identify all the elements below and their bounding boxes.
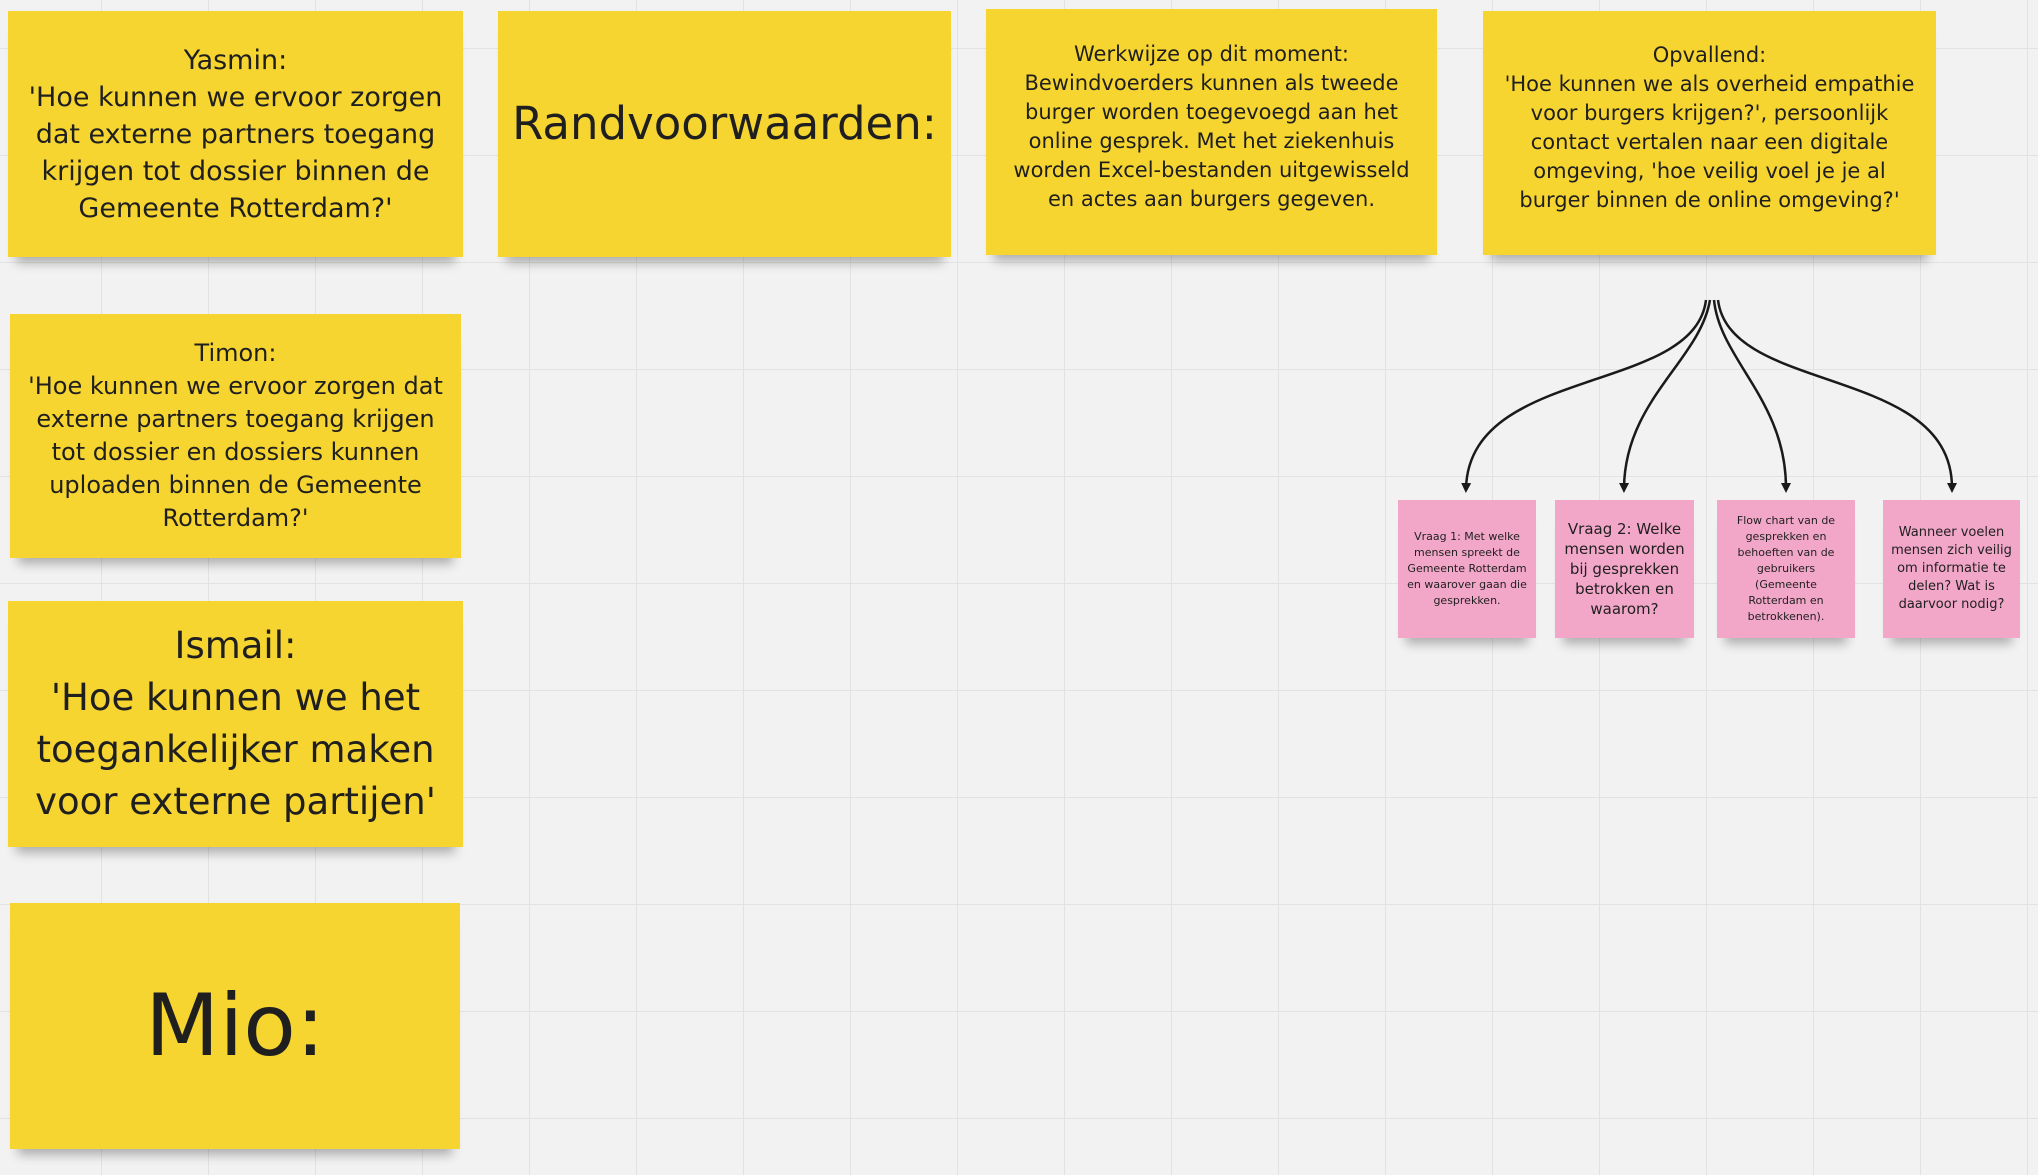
- sticky-note-text: Vraag 2: Welke mensen worden bij gesprek…: [1564, 520, 1685, 618]
- sticky-note-text: Timon: 'Hoe kunnen we ervoor zorgen dat …: [28, 339, 443, 532]
- sticky-note-text: Vraag 1: Met welke mensen spreekt de Gem…: [1407, 530, 1527, 607]
- connector-arrow[interactable]: [1619, 299, 1712, 493]
- sticky-note-vraag-1[interactable]: Vraag 1: Met welke mensen spreekt de Gem…: [1398, 500, 1536, 638]
- sticky-note-opvallend[interactable]: Opvallend: 'Hoe kunnen we als overheid e…: [1483, 11, 1936, 255]
- sticky-note-text: Randvoorwaarden:: [512, 97, 937, 150]
- sticky-note-werkwijze[interactable]: Werkwijze op dit moment: Bewindvoerders …: [986, 9, 1437, 255]
- sticky-note-vraag-2[interactable]: Vraag 2: Welke mensen worden bij gesprek…: [1555, 500, 1694, 638]
- sticky-note-text: Flow chart van de gesprekken en behoefte…: [1736, 514, 1836, 623]
- whiteboard-canvas[interactable]: Yasmin: 'Hoe kunnen we ervoor zorgen dat…: [0, 0, 2038, 1175]
- sticky-note-yasmin[interactable]: Yasmin: 'Hoe kunnen we ervoor zorgen dat…: [8, 11, 463, 257]
- sticky-note-text: Yasmin: 'Hoe kunnen we ervoor zorgen dat…: [28, 44, 443, 224]
- sticky-note-timon[interactable]: Timon: 'Hoe kunnen we ervoor zorgen dat …: [10, 314, 461, 558]
- connector-arrow[interactable]: [1716, 299, 1957, 493]
- sticky-note-text: Ismail: 'Hoe kunnen we het toegankelijke…: [35, 624, 436, 823]
- sticky-note-text: Wanneer voelen mensen zich veilig om inf…: [1891, 525, 2012, 612]
- connector-arrow[interactable]: [1461, 299, 1708, 493]
- sticky-note-text: Opvallend: 'Hoe kunnen we als overheid e…: [1504, 43, 1915, 212]
- sticky-note-text: Werkwijze op dit moment: Bewindvoerders …: [1013, 42, 1410, 211]
- sticky-note-flowchart[interactable]: Flow chart van de gesprekken en behoefte…: [1717, 500, 1855, 638]
- sticky-note-text: Mio:: [145, 976, 325, 1076]
- sticky-note-randvoorwaarden[interactable]: Randvoorwaarden:: [498, 11, 951, 257]
- sticky-note-ismail[interactable]: Ismail: 'Hoe kunnen we het toegankelijke…: [8, 601, 463, 847]
- sticky-note-veiligheid[interactable]: Wanneer voelen mensen zich veilig om inf…: [1883, 500, 2020, 638]
- connector-arrow[interactable]: [1712, 299, 1791, 493]
- sticky-note-mio[interactable]: Mio:: [10, 903, 460, 1149]
